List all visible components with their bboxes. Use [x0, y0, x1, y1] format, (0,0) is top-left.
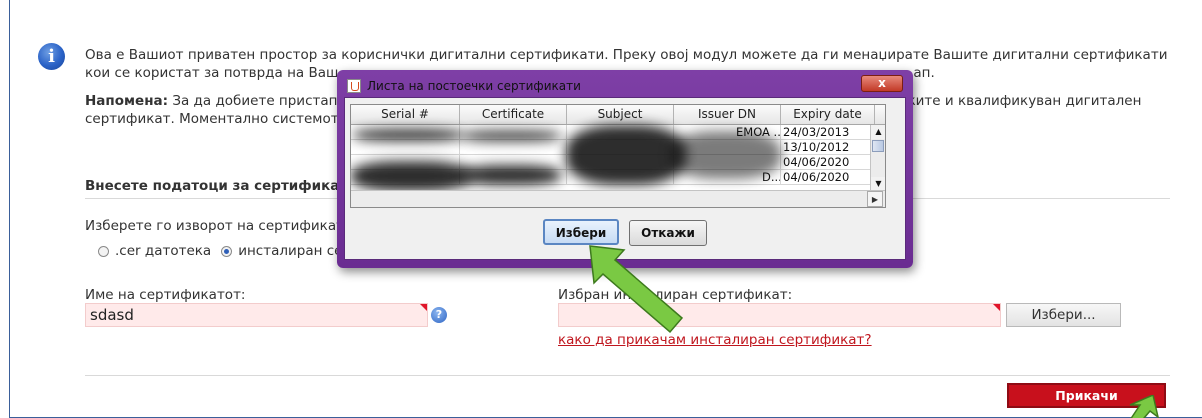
- choose-certificate-button[interactable]: Избери...: [1006, 303, 1121, 327]
- radio-option-installed[interactable]: инсталиран се: [221, 243, 342, 259]
- column-serial[interactable]: Serial #: [351, 105, 460, 124]
- java-icon: [347, 79, 361, 93]
- scroll-up-icon[interactable]: ▲: [871, 125, 885, 139]
- picked-certificate-label: Избран инсталиран сертификат:: [558, 287, 793, 303]
- table-header: Serial # Certificate Subject Issuer DN E…: [351, 105, 885, 125]
- cell-expiry: 24/03/2013: [781, 125, 875, 139]
- certificate-name-label: Име на сертификатот:: [85, 287, 246, 303]
- dialog-title: Листа на постоечки сертификати: [367, 79, 581, 93]
- radio-installed[interactable]: [221, 245, 233, 257]
- vertical-scrollbar[interactable]: ▲ ▼: [870, 125, 885, 191]
- scroll-down-icon[interactable]: ▼: [871, 177, 885, 191]
- redaction-mark: [566, 125, 686, 185]
- dialog-close-button[interactable]: x: [861, 75, 903, 92]
- note-text-end: ките и квалификуван дигитален: [907, 93, 1142, 109]
- radio-file-label: .cer датотека: [115, 243, 212, 259]
- attach-button[interactable]: Прикачи: [1007, 383, 1166, 408]
- cell-expiry: 04/06/2020: [781, 170, 875, 184]
- column-subject[interactable]: Subject: [567, 105, 674, 124]
- column-expiry[interactable]: Expiry date: [781, 105, 875, 124]
- cell-certificate: [460, 140, 567, 154]
- cell-serial: [351, 140, 460, 154]
- dialog-cancel-button[interactable]: Откажи: [629, 220, 707, 246]
- certificate-name-input[interactable]: sdasd: [85, 303, 428, 327]
- certificate-name-value: sdasd: [90, 306, 134, 324]
- dialog-select-button[interactable]: Избери: [543, 219, 619, 245]
- picked-certificate-input[interactable]: [558, 303, 1001, 327]
- intro-line-1: Ова е Вашиот приватен простор за корисни…: [85, 47, 1168, 63]
- radio-installed-label: инсталиран се: [238, 243, 343, 259]
- radio-option-file[interactable]: .cer датотека: [98, 243, 211, 259]
- dialog-titlebar[interactable]: Листа на постоечки сертификати: [347, 77, 581, 95]
- redaction-mark: [461, 165, 561, 185]
- dialog-body: Serial # Certificate Subject Issuer DN E…: [344, 97, 906, 260]
- column-certificate[interactable]: Certificate: [460, 105, 567, 124]
- info-icon: i: [38, 43, 65, 70]
- redaction-mark: [351, 161, 471, 191]
- cell-expiry: 04/06/2020: [781, 155, 875, 169]
- redaction-mark: [671, 131, 781, 179]
- section-title: Внесете податоци за сертификат: [85, 178, 348, 194]
- column-issuer[interactable]: Issuer DN: [674, 105, 781, 124]
- intro-line-2-tail: ап.: [913, 65, 935, 81]
- redaction-mark: [353, 129, 463, 141]
- help-link[interactable]: како да прикачам инсталиран сертификат?: [558, 332, 872, 348]
- scroll-right-icon[interactable]: ▶: [867, 191, 883, 207]
- required-flag: [993, 304, 1000, 311]
- horizontal-scrollbar[interactable]: ▶: [351, 190, 885, 207]
- scroll-thumb[interactable]: [872, 140, 884, 152]
- required-flag: [420, 304, 427, 311]
- bottom-divider: [85, 375, 1170, 376]
- help-icon[interactable]: ?: [431, 307, 447, 323]
- redaction-mark: [461, 131, 561, 141]
- note-label: Напомена:: [85, 93, 169, 109]
- note-line-2: сертификат. Моментално системот: [85, 111, 339, 127]
- certificate-list-dialog: Листа на постоечки сертификати x Serial …: [337, 70, 913, 268]
- source-radio-group: .cer датотека инсталиран се: [98, 243, 352, 259]
- note-text-start: За да добиете пристап: [168, 93, 338, 109]
- source-label: Изберете го изворот на сертификатот: [85, 218, 361, 234]
- radio-file[interactable]: [98, 245, 109, 257]
- cell-expiry: 13/10/2012: [781, 140, 875, 154]
- certificate-table: Serial # Certificate Subject Issuer DN E…: [350, 104, 886, 208]
- intro-line-2: кои се користат за потврда на Ваш: [85, 65, 339, 81]
